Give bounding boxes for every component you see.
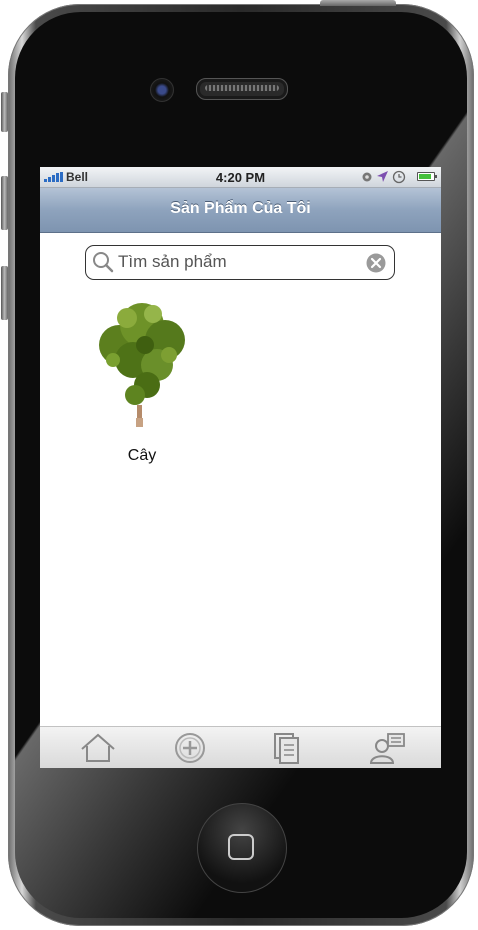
mute-switch[interactable]: [1, 92, 8, 132]
contacts-icon[interactable]: [368, 731, 408, 765]
clear-search-icon[interactable]: [366, 253, 386, 273]
product-label: Cây: [127, 447, 157, 464]
volume-up-button[interactable]: [1, 176, 8, 230]
power-button[interactable]: [320, 0, 396, 6]
product-item[interactable]: Cây: [97, 300, 189, 470]
home-square-icon: [228, 834, 254, 860]
tab-bar: [40, 726, 441, 768]
page-title: Sản Phẩm Của Tôi: [170, 200, 311, 217]
home-button[interactable]: [197, 803, 287, 893]
home-icon[interactable]: [78, 731, 118, 765]
tree-image: [99, 303, 185, 427]
lock-rotation-icon: [362, 172, 372, 182]
status-icons: [355, 170, 437, 184]
location-arrow-icon: [377, 171, 388, 182]
front-camera: [150, 78, 174, 102]
volume-down-button[interactable]: [1, 266, 8, 320]
search-input[interactable]: [118, 252, 358, 272]
app-screen: Bell 4:20 PM Sản Phẩm Của Tôi Tìm sản ph…: [40, 167, 441, 768]
search-bar[interactable]: [85, 245, 395, 280]
add-circle-icon[interactable]: [170, 731, 210, 765]
battery-icon: [417, 172, 437, 181]
navigation-bar: Sản Phẩm Của Tôi: [40, 188, 441, 233]
search-icon: [93, 252, 114, 273]
documents-icon[interactable]: [267, 731, 307, 765]
earpiece-speaker: [196, 78, 288, 100]
status-bar: Bell 4:20 PM: [40, 167, 441, 188]
alarm-icon: [392, 170, 406, 184]
